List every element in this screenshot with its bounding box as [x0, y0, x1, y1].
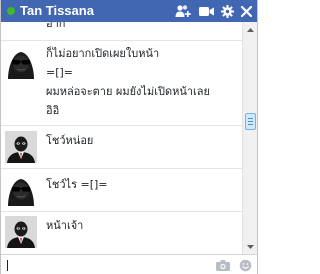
message-text: โชว์หน่อย	[46, 134, 94, 147]
camera-icon[interactable]	[215, 258, 231, 272]
message-group: หน้าเจ้า	[1, 212, 242, 254]
online-status-dot	[7, 7, 15, 15]
message-scrollbar[interactable]	[242, 22, 257, 254]
avatar-man[interactable]	[5, 131, 37, 163]
message-group: โชว์หน่อย	[1, 126, 242, 168]
chat-window: Tan Tissana อาก ก็ไม่อยากเปิดเผยใบหน้า =…	[0, 0, 258, 274]
video-call-icon[interactable]	[198, 3, 214, 19]
chat-titlebar[interactable]: Tan Tissana	[1, 0, 257, 22]
avatar-hooded[interactable]	[5, 174, 37, 206]
scroll-up-arrow-icon[interactable]	[243, 22, 257, 37]
message-text: โชว์ไร =[]=	[46, 178, 108, 191]
message-text: หน้าเจ้า	[46, 219, 84, 232]
message-text: อาก	[46, 22, 66, 30]
message-list[interactable]: อาก ก็ไม่อยากเปิดเผยใบหน้า =[]= ผมหล่อจะ…	[1, 22, 242, 254]
message-text: ก็ไม่อยากเปิดเผยใบหน้า	[46, 47, 160, 60]
scrollbar-thumb[interactable]	[245, 113, 256, 130]
chat-title[interactable]: Tan Tissana	[20, 2, 94, 20]
settings-gear-icon[interactable]	[219, 3, 235, 19]
message-text: อิอิ	[46, 104, 60, 117]
message-group: โชว์ไร =[]=	[1, 169, 242, 211]
scroll-down-arrow-icon[interactable]	[243, 239, 257, 254]
avatar-man[interactable]	[5, 216, 37, 248]
message-group: ก็ไม่อยากเปิดเผยใบหน้า =[]= ผมหล่อจะตาย …	[1, 41, 242, 125]
message-text: =[]=	[46, 66, 74, 79]
text-caret	[7, 260, 8, 271]
add-friend-icon[interactable]	[175, 3, 191, 19]
close-icon[interactable]	[238, 3, 254, 19]
emoji-icon[interactable]	[237, 258, 253, 272]
message-composer	[1, 254, 257, 274]
message-input[interactable]	[3, 257, 203, 273]
message-group: อาก	[1, 22, 242, 40]
message-text: ผมหล่อจะตาย ผมยังไม่เปิดหน้าเลย	[46, 85, 210, 98]
avatar-hooded[interactable]	[5, 47, 37, 79]
